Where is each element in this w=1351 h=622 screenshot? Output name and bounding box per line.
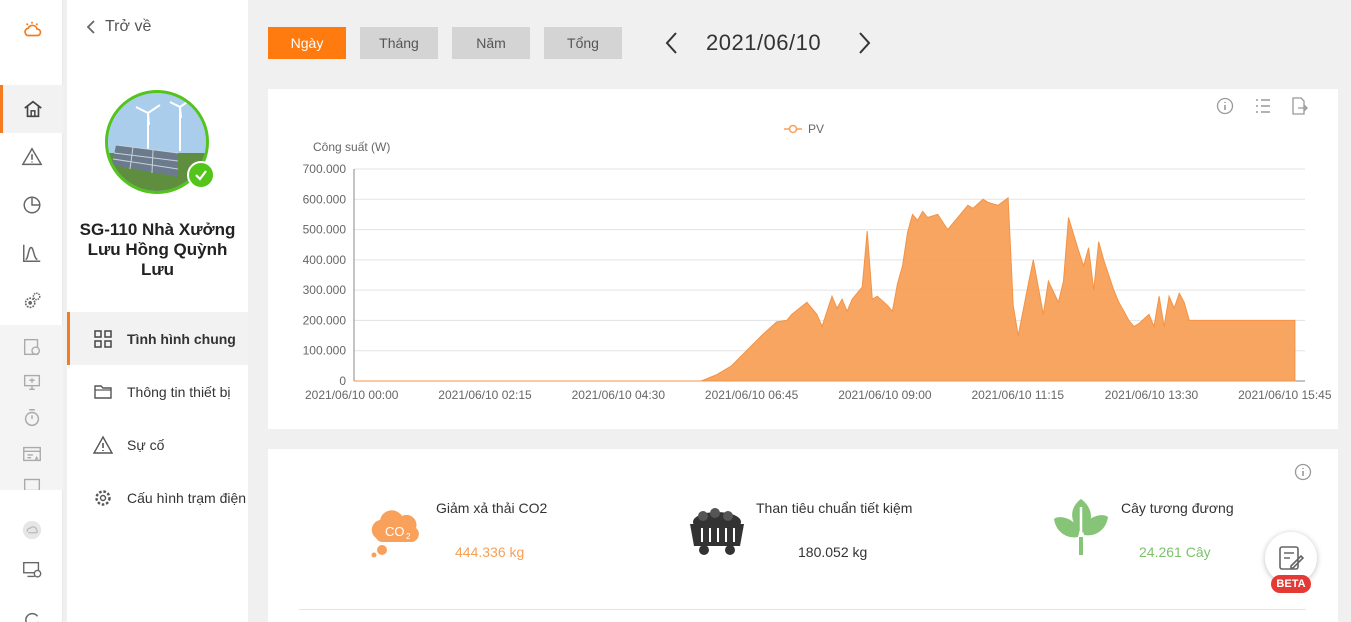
grid-icon xyxy=(94,329,112,348)
status-check-icon xyxy=(187,161,215,189)
edit-note-icon xyxy=(1279,546,1305,570)
tab-day[interactable]: Ngày xyxy=(268,27,346,59)
nav-item-incidents[interactable]: Sự cố xyxy=(67,418,248,471)
warning-icon xyxy=(93,435,113,454)
co2-title: Giảm xả thải CO2 xyxy=(436,500,548,516)
prev-date-button[interactable] xyxy=(660,30,684,56)
tab-total[interactable]: Tổng xyxy=(544,27,622,59)
svg-text:2: 2 xyxy=(406,532,411,541)
x-tick-label: 2021/06/10 04:30 xyxy=(572,388,666,402)
station-name: SG-110 Nhà Xưởng Lưu Hồng Quỳnh Lưu xyxy=(79,220,236,279)
refresh-icon[interactable] xyxy=(0,598,63,622)
device-settings-icon[interactable] xyxy=(0,546,63,594)
home-icon[interactable] xyxy=(0,85,63,133)
folder-icon xyxy=(94,384,112,399)
y-axis-title: Công suất (W) xyxy=(313,140,390,154)
legend-label: PV xyxy=(808,122,824,136)
back-label: Trở về xyxy=(105,18,152,35)
settings-gears-icon[interactable] xyxy=(0,277,63,325)
nav-item-label: Sự cố xyxy=(127,436,165,453)
power-area-chart: 0 100.000 200.000 300.000 400.000 500.000 600.… xyxy=(303,122,1332,402)
divider xyxy=(299,609,1306,610)
y-tick-label: 200.000 xyxy=(303,313,347,327)
legend-marker xyxy=(788,124,798,134)
coal-title: Than tiêu chuẩn tiết kiệm xyxy=(756,500,913,516)
x-tick-label: 2021/06/10 09:00 xyxy=(838,388,932,402)
tree-icon xyxy=(1054,499,1108,557)
tab-year[interactable]: Năm xyxy=(452,27,530,59)
x-tick-label: 2021/06/10 15:45 xyxy=(1238,388,1332,402)
back-link[interactable]: Trở về xyxy=(85,18,151,36)
nav-item-overview[interactable]: Tình hình chung xyxy=(67,312,248,365)
power-chart-card: 0 100.000 200.000 300.000 400.000 500.000 600.… xyxy=(268,89,1338,429)
co2-cloud-icon: CO 2 xyxy=(371,510,419,558)
x-tick-label: 2021/06/10 00:00 xyxy=(305,388,399,402)
alarm-icon[interactable] xyxy=(0,133,63,181)
nav-item-label: Tình hình chung xyxy=(127,330,236,347)
y-tick-label: 100.000 xyxy=(303,344,347,358)
svg-text:CO: CO xyxy=(385,524,405,539)
nav-item-label: Thông tin thiết bị xyxy=(127,383,231,400)
beta-badge: BETA xyxy=(1271,575,1311,593)
tree-value: 24.261 Cây xyxy=(1139,544,1211,560)
date-display[interactable]: 2021/06/10 xyxy=(706,30,821,56)
co2-value: 444.336 kg xyxy=(455,544,525,560)
y-tick-label: 600.000 xyxy=(303,192,347,206)
pv-area-series xyxy=(354,196,1296,382)
x-tick-label: 2021/06/10 11:15 xyxy=(972,388,1065,402)
next-date-button[interactable] xyxy=(852,30,876,56)
curve-chart-icon[interactable] xyxy=(0,229,63,277)
folder-link-icon[interactable] xyxy=(0,466,63,490)
chevron-left-icon xyxy=(86,20,95,34)
y-tick-label: 700.000 xyxy=(303,162,347,176)
nav-item-label: Cấu hình trạm điện xyxy=(127,489,247,506)
tab-month[interactable]: Tháng xyxy=(360,27,438,59)
coal-value: 180.052 kg xyxy=(798,544,868,560)
station-sidebar: Trở về SG-110 Nhà Xưởng Lưu Hồng Quỳnh L… xyxy=(67,0,248,622)
y-tick-label: 300.000 xyxy=(303,283,347,297)
icon-rail xyxy=(0,0,63,622)
x-tick-label: 2021/06/10 06:45 xyxy=(705,388,799,402)
gear-icon xyxy=(95,489,111,506)
coal-cart-icon xyxy=(690,508,744,555)
x-tick-label: 2021/06/10 13:30 xyxy=(1105,388,1199,402)
x-tick-label: 2021/06/10 02:15 xyxy=(438,388,532,402)
y-tick-label: 400.000 xyxy=(303,253,347,267)
y-tick-label: 500.000 xyxy=(303,223,347,237)
y-tick-label: 0 xyxy=(339,374,346,388)
nav-item-station-config[interactable]: Cấu hình trạm điện xyxy=(67,471,248,524)
nav-item-device-info[interactable]: Thông tin thiết bị xyxy=(67,365,248,418)
info-icon[interactable] xyxy=(1294,463,1312,481)
environment-stats-card: CO 2 Giảm xả thải CO2 444.336 kg Than ti… xyxy=(268,449,1338,622)
logo-cloud-sun-icon[interactable] xyxy=(0,6,63,54)
pie-chart-icon[interactable] xyxy=(0,181,63,229)
tree-title: Cây tương đương xyxy=(1121,500,1234,516)
